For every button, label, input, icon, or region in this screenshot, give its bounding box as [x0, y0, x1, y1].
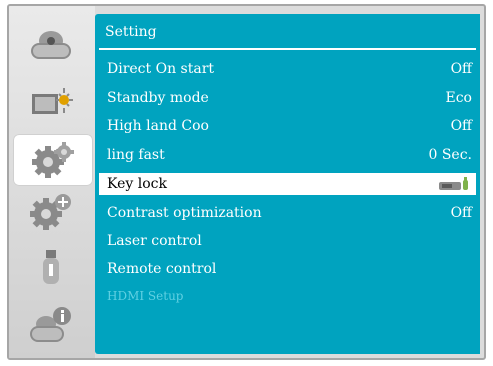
menu-item-value: Off: [450, 118, 472, 134]
tab-information[interactable]: [15, 298, 87, 350]
tab-display[interactable]: [15, 18, 87, 70]
menu-item-label: Key lock: [107, 176, 167, 192]
menu-item-key-lock[interactable]: Key lock: [99, 173, 476, 195]
menu-item-high-land[interactable]: High land Coo Off: [99, 115, 476, 137]
menu-item-label: Remote control: [107, 261, 217, 277]
menu-item-label: HDMI Setup: [107, 289, 184, 303]
menu-item-laser-control[interactable]: Laser control: [99, 230, 476, 252]
usb-icon: [43, 250, 59, 284]
menu-item-standby-mode[interactable]: Standby mode Eco: [99, 87, 476, 109]
projector-icon: [31, 31, 71, 59]
menu-item-remote-control[interactable]: Remote control: [99, 258, 476, 280]
menu-item-label: ling fast: [107, 147, 165, 163]
settings-panel: Setting Direct On start Off Standby mode…: [95, 14, 480, 354]
menu-frame: Setting Direct On start Off Standby mode…: [7, 4, 486, 360]
menu-item-label: Standby mode: [107, 90, 209, 106]
menu-item-value: Off: [450, 205, 472, 221]
gear-settings-icon: [32, 142, 74, 178]
menu-item-value: 0 Sec.: [428, 147, 472, 163]
menu-item-label: Laser control: [107, 233, 202, 249]
gear-plus-icon: [30, 194, 71, 230]
tab-usb[interactable]: [15, 242, 87, 294]
menu-item-hdmi-setup: HDMI Setup: [99, 286, 476, 308]
menu-item-cooling-fast[interactable]: ling fast 0 Sec.: [99, 144, 476, 166]
key-lock-icon: [439, 177, 468, 190]
menu-item-label: Direct On start: [107, 61, 215, 77]
title-divider: [99, 48, 476, 50]
menu-title: Setting: [105, 24, 157, 40]
tab-setting[interactable]: [13, 134, 93, 186]
menu-item-contrast-optimization[interactable]: Contrast optimization Off: [99, 202, 476, 224]
menu-item-value: Eco: [445, 90, 473, 106]
tab-expanded-setting[interactable]: [15, 186, 87, 238]
menu-item-value: Off: [450, 61, 472, 77]
menu-item-direct-on-start[interactable]: Direct On start Off: [99, 58, 476, 80]
menu-item-label: High land Coo: [107, 118, 209, 134]
sidebar: [9, 6, 95, 358]
tab-image[interactable]: [15, 76, 87, 128]
info-icon: [30, 307, 71, 342]
image-adjust-icon: [32, 88, 73, 114]
menu-item-label: Contrast optimization: [107, 205, 262, 221]
